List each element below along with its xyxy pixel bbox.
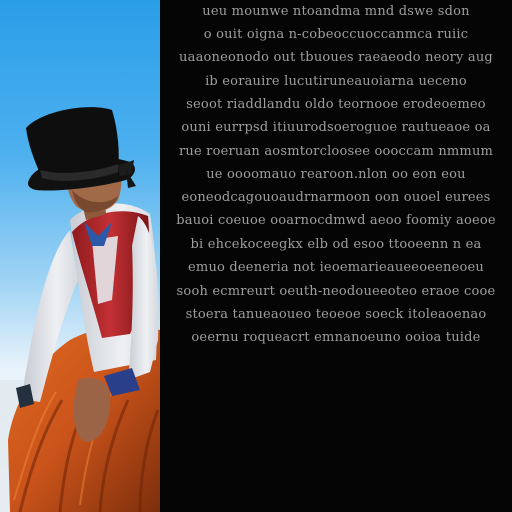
text-line: sooh ecmreurt oeuth-neodoueeoteo eraoe c… bbox=[176, 284, 496, 299]
text-line: emuo deeneria not ieoemarieaueeoeeneoeu bbox=[188, 260, 484, 275]
costumed-figure-illustration bbox=[0, 107, 160, 512]
text-line: bauoi coeuoe ooarnocdmwd aeoo foomiy aoe… bbox=[176, 213, 496, 228]
text-line: rue roeruan aosmtorcloosee oooccam nmmum bbox=[178, 144, 494, 159]
image-frame: ueu mounwe ntoandma mnd dswe sdon o ouit… bbox=[0, 0, 512, 512]
text-line: uaaoneonodo out tbuoues raeaeodo neory a… bbox=[179, 50, 493, 65]
text-line: oeernu roqueacrt emnanoeuno ooioa tuide bbox=[191, 330, 481, 345]
text-line: ueu mounwe ntoandma mnd dswe sdon bbox=[202, 4, 470, 19]
text-line: ouni eurrpsd itiuurodsoeroguoe rautueaoe… bbox=[181, 120, 491, 135]
text-line: ib eorauire lucutiruneauoiarna ueceno bbox=[205, 74, 467, 89]
text-line: stoera tanueaoueo teoeoe soeck itoleaoen… bbox=[185, 307, 487, 322]
text-line: seoot riaddlandu oldo teornooe erodeoeme… bbox=[186, 97, 486, 112]
text-line: bi ehcekoceegkx elb od esoo ttooeenn n e… bbox=[190, 237, 482, 252]
text-line: ue oooomauo rearoon.nlon oo eon eou bbox=[206, 167, 466, 182]
text-panel: ueu mounwe ntoandma mnd dswe sdon o ouit… bbox=[160, 0, 512, 512]
text-line: eoneodcagouoaudrnarmoon oon ouoel eurees bbox=[181, 190, 491, 205]
text-line: o ouit oigna n-cobeoccuoccanmca ruiic bbox=[203, 27, 469, 42]
photo-panel bbox=[0, 0, 160, 512]
